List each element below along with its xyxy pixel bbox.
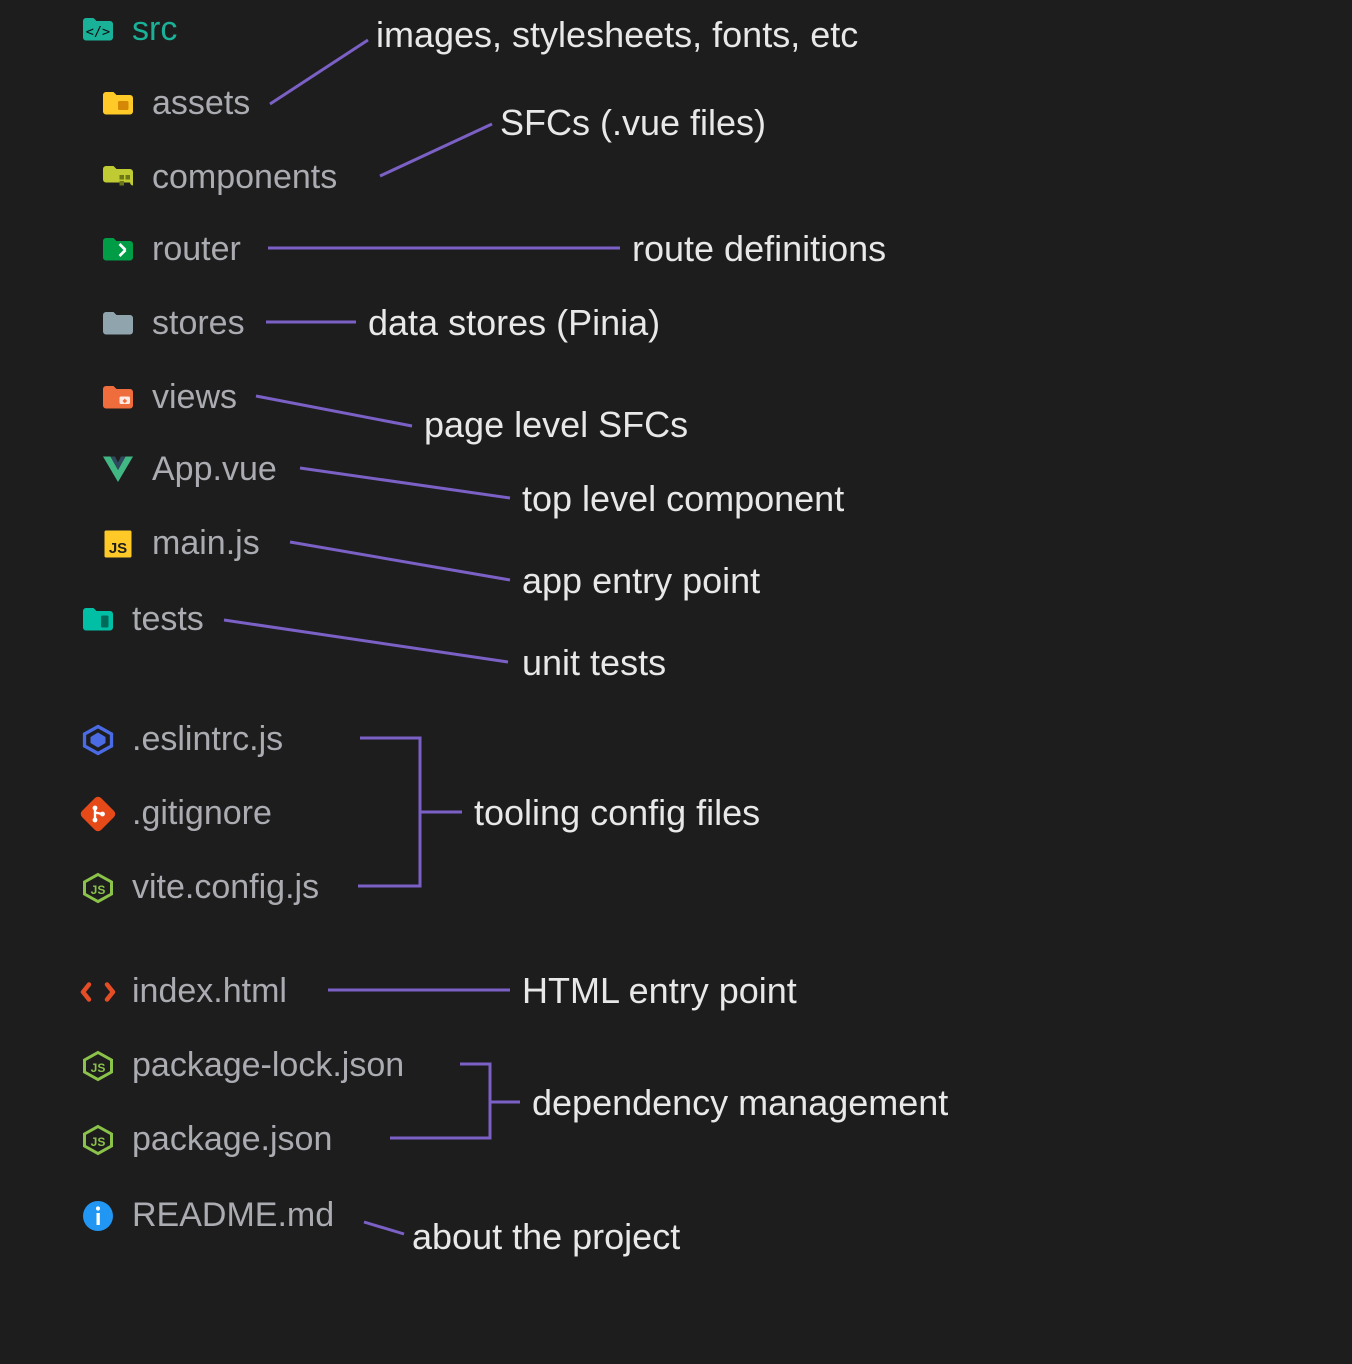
annotation-tests: unit tests <box>522 642 666 684</box>
folder-router-icon <box>100 232 136 268</box>
node-icon: JS <box>80 1048 116 1084</box>
annotation-indexhtml: HTML entry point <box>522 970 797 1012</box>
annotation-views: page level SFCs <box>424 404 688 446</box>
annotation-stores: data stores (Pinia) <box>368 302 660 344</box>
tree-item-label: .gitignore <box>132 794 272 833</box>
tree-item-label: tests <box>132 600 204 639</box>
annotation-appvue: top level component <box>522 478 844 520</box>
tree-item-label: App.vue <box>152 450 277 489</box>
svg-text:JS: JS <box>91 883 106 897</box>
tree-item-stores[interactable]: stores <box>100 304 245 343</box>
tree-item-router[interactable]: router <box>100 230 241 269</box>
tree-item-views[interactable]: ◆ views <box>100 378 237 417</box>
tree-item-label: package-lock.json <box>132 1046 404 1085</box>
tree-item-components[interactable]: components <box>100 158 337 197</box>
tree-item-label: vite.config.js <box>132 868 319 907</box>
svg-text:JS: JS <box>91 1061 106 1075</box>
tree-item-assets[interactable]: assets <box>100 84 250 123</box>
annotation-dependency: dependency management <box>532 1082 948 1124</box>
folder-stores-icon <box>100 306 136 342</box>
tree-item-pkgjson[interactable]: JS package.json <box>80 1120 332 1159</box>
tree-item-label: components <box>152 158 337 197</box>
node-icon: JS <box>80 1122 116 1158</box>
js-file-icon: JS <box>100 526 136 562</box>
connectors <box>0 0 1352 1364</box>
tree-item-tests[interactable]: tests <box>80 600 204 639</box>
tree-item-label: assets <box>152 84 250 123</box>
tree-item-label: README.md <box>132 1196 334 1235</box>
svg-text:JS: JS <box>109 540 127 557</box>
tree-item-gitignore[interactable]: .gitignore <box>80 794 272 833</box>
annotation-router: route definitions <box>632 228 886 270</box>
tree-item-eslintrc[interactable]: .eslintrc.js <box>80 720 283 759</box>
tree-item-label: src <box>132 10 177 49</box>
vue-file-icon <box>100 452 136 488</box>
annotation-readme: about the project <box>412 1216 680 1258</box>
tree-item-label: .eslintrc.js <box>132 720 283 759</box>
git-icon <box>80 796 116 832</box>
tree-item-label: index.html <box>132 972 287 1011</box>
annotation-mainjs: app entry point <box>522 560 760 602</box>
info-icon <box>80 1198 116 1234</box>
tree-item-label: main.js <box>152 524 260 563</box>
eslint-icon <box>80 722 116 758</box>
svg-text:</>: </> <box>86 24 110 40</box>
folder-src-icon: </> <box>80 12 116 48</box>
tree-item-label: stores <box>152 304 245 343</box>
svg-text:JS: JS <box>91 1135 106 1149</box>
html-icon <box>80 974 116 1010</box>
annotation-components: SFCs (.vue files) <box>500 102 766 144</box>
tree-item-app-vue[interactable]: App.vue <box>100 450 277 489</box>
tree-item-viteconfig[interactable]: JS vite.config.js <box>80 868 319 907</box>
tree-item-src[interactable]: </> src <box>80 10 177 49</box>
annotation-assets: images, stylesheets, fonts, etc <box>376 14 858 56</box>
folder-views-icon: ◆ <box>100 380 136 416</box>
annotation-tooling: tooling config files <box>474 792 760 834</box>
tree-item-indexhtml[interactable]: index.html <box>80 972 287 1011</box>
folder-assets-icon <box>100 86 136 122</box>
tree-item-readme[interactable]: README.md <box>80 1196 334 1235</box>
tree-item-label: router <box>152 230 241 269</box>
tree-item-label: package.json <box>132 1120 332 1159</box>
svg-text:◆: ◆ <box>122 398 127 404</box>
tree-item-main-js[interactable]: JS main.js <box>100 524 260 563</box>
folder-components-icon <box>100 160 136 196</box>
tree-item-label: views <box>152 378 237 417</box>
folder-tests-icon <box>80 602 116 638</box>
node-icon: JS <box>80 870 116 906</box>
tree-item-pkglock[interactable]: JS package-lock.json <box>80 1046 404 1085</box>
